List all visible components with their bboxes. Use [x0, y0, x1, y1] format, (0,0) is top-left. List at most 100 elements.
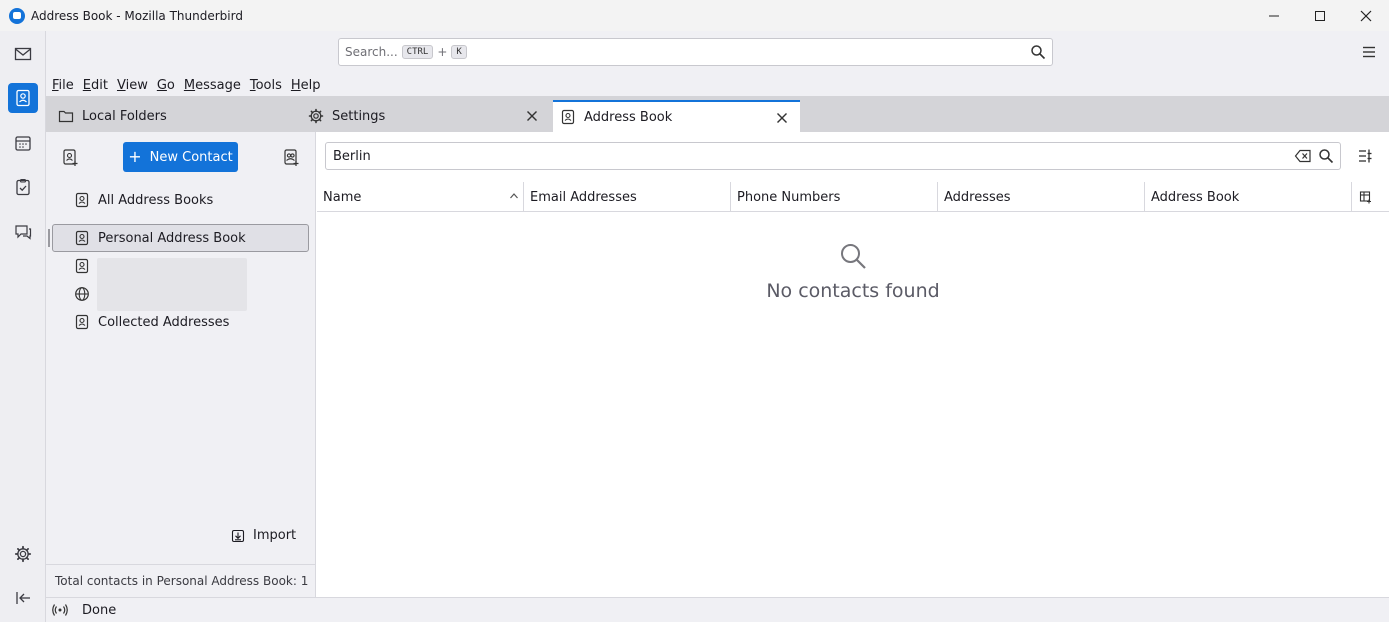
new-contact-button[interactable]: + New Contact	[123, 142, 238, 172]
address-book-icon	[561, 109, 575, 125]
minimize-button[interactable]	[1251, 0, 1297, 31]
menu-message[interactable]: Message	[184, 78, 241, 93]
collapse-left-icon	[16, 592, 30, 604]
total-contacts-status: Total contacts in Personal Address Book:…	[46, 564, 316, 597]
status-text: Done	[82, 602, 117, 618]
app-menu-icon[interactable]	[1361, 44, 1377, 60]
plus-icon: +	[128, 147, 142, 166]
column-name[interactable]: Name	[317, 182, 523, 212]
search-icon	[1319, 149, 1334, 164]
chat-space-button[interactable]	[8, 217, 38, 247]
search-placeholder: Search...	[345, 45, 398, 59]
import-label: Import	[253, 528, 297, 543]
maximize-button[interactable]	[1297, 0, 1343, 31]
tab-label: Settings	[332, 108, 386, 124]
column-label: Name	[323, 189, 362, 205]
spaces-toolbar	[0, 31, 46, 622]
search-icon	[841, 244, 866, 269]
column-address-book[interactable]: Address Book	[1144, 182, 1351, 212]
book-collected-addresses[interactable]: Collected Addresses	[52, 308, 309, 336]
no-contacts-message: No contacts found	[766, 280, 940, 302]
import-icon	[231, 529, 245, 542]
column-label: Address Book	[1151, 189, 1240, 205]
address-book-icon	[75, 192, 89, 208]
menu-bar: File Edit View Go Message Tools Help	[46, 74, 1389, 96]
new-address-book-icon[interactable]	[60, 147, 80, 167]
contact-search-value: Berlin	[333, 148, 371, 164]
contact-search-input[interactable]: Berlin	[325, 142, 1341, 170]
address-book-icon	[75, 230, 89, 246]
tab-label: Address Book	[584, 109, 673, 125]
thunderbird-logo-icon	[9, 7, 25, 24]
column-label: Addresses	[944, 189, 1011, 205]
column-picker-icon[interactable]	[1359, 190, 1373, 204]
window-title: Address Book - Mozilla Thunderbird	[31, 8, 243, 23]
menu-edit[interactable]: Edit	[83, 78, 108, 93]
column-label: Email Addresses	[530, 189, 637, 205]
column-addresses[interactable]: Addresses	[937, 182, 1144, 212]
menu-tools[interactable]: Tools	[250, 78, 282, 93]
ctrl-key-hint: CTRL	[401, 45, 434, 59]
mail-icon	[14, 47, 32, 61]
search-icon	[1031, 45, 1046, 60]
maximize-icon	[1315, 10, 1325, 21]
tab-bar: Local Folders Settings Address Book	[46, 96, 1389, 132]
address-book-icon	[16, 89, 30, 107]
close-window-button[interactable]	[1343, 0, 1389, 31]
folder-icon	[58, 110, 74, 123]
minimize-icon	[1269, 15, 1279, 16]
book-all-address-books[interactable]: All Address Books	[52, 186, 309, 214]
address-book-sidebar: + New Contact All Address Books Personal…	[46, 132, 316, 597]
book-label: Personal Address Book	[98, 230, 246, 246]
sort-ascending-icon	[510, 193, 518, 199]
contacts-table-header: Name Email Addresses Phone Numbers Addre…	[317, 182, 1389, 212]
collapse-spaces-button[interactable]	[8, 583, 38, 613]
global-search-input[interactable]: Search... CTRL + K	[338, 38, 1053, 66]
menu-help[interactable]: Help	[291, 78, 321, 93]
mail-space-button[interactable]	[8, 39, 38, 69]
empty-state: No contacts found	[317, 242, 1389, 302]
column-label: Phone Numbers	[737, 189, 841, 205]
column-phone-numbers[interactable]: Phone Numbers	[730, 182, 937, 212]
address-book-content: + New Contact All Address Books Personal…	[46, 132, 1389, 597]
tab-address-book[interactable]: Address Book	[553, 100, 800, 132]
calendar-space-button[interactable]	[8, 128, 38, 158]
unified-toolbar: Search... CTRL + K	[46, 31, 1389, 74]
menu-view[interactable]: View	[117, 78, 148, 93]
new-list-icon[interactable]	[281, 147, 301, 167]
address-book-space-button[interactable]	[8, 83, 38, 113]
redacted-book-names	[97, 258, 247, 311]
calendar-icon	[15, 136, 31, 151]
contacts-pane: Berlin Name Email Addresses Phone Number…	[317, 132, 1389, 597]
title-bar: Address Book - Mozilla Thunderbird	[0, 0, 1389, 31]
new-contact-label: New Contact	[149, 149, 233, 165]
column-email-addresses[interactable]: Email Addresses	[523, 182, 730, 212]
chat-icon	[15, 225, 32, 240]
address-book-icon	[75, 314, 89, 330]
book-label: All Address Books	[98, 192, 214, 208]
book-label: Collected Addresses	[98, 314, 230, 330]
tasks-space-button[interactable]	[8, 172, 38, 202]
status-bar: Done	[46, 597, 1389, 622]
gear-icon	[14, 545, 32, 563]
menu-go[interactable]: Go	[157, 78, 175, 93]
clear-search-icon[interactable]	[1294, 148, 1312, 164]
k-key-hint: K	[451, 45, 467, 59]
key-plus: +	[437, 45, 448, 59]
tasks-icon	[16, 178, 30, 196]
import-button[interactable]: Import	[231, 528, 296, 543]
window-controls	[1251, 0, 1389, 31]
globe-icon	[75, 287, 89, 301]
settings-space-button[interactable]	[8, 539, 38, 569]
close-tab-icon[interactable]	[774, 110, 790, 126]
tab-label: Local Folders	[82, 108, 167, 124]
online-status-icon[interactable]	[52, 602, 68, 618]
tab-local-folders[interactable]: Local Folders	[58, 100, 296, 132]
address-book-icon	[75, 258, 89, 274]
tab-settings[interactable]: Settings	[308, 100, 550, 132]
display-options-icon[interactable]	[1357, 148, 1373, 164]
menu-file[interactable]: File	[52, 78, 74, 93]
close-tab-icon[interactable]	[524, 108, 540, 124]
book-personal-address-book[interactable]: Personal Address Book	[48, 224, 309, 252]
close-icon	[1360, 10, 1372, 21]
